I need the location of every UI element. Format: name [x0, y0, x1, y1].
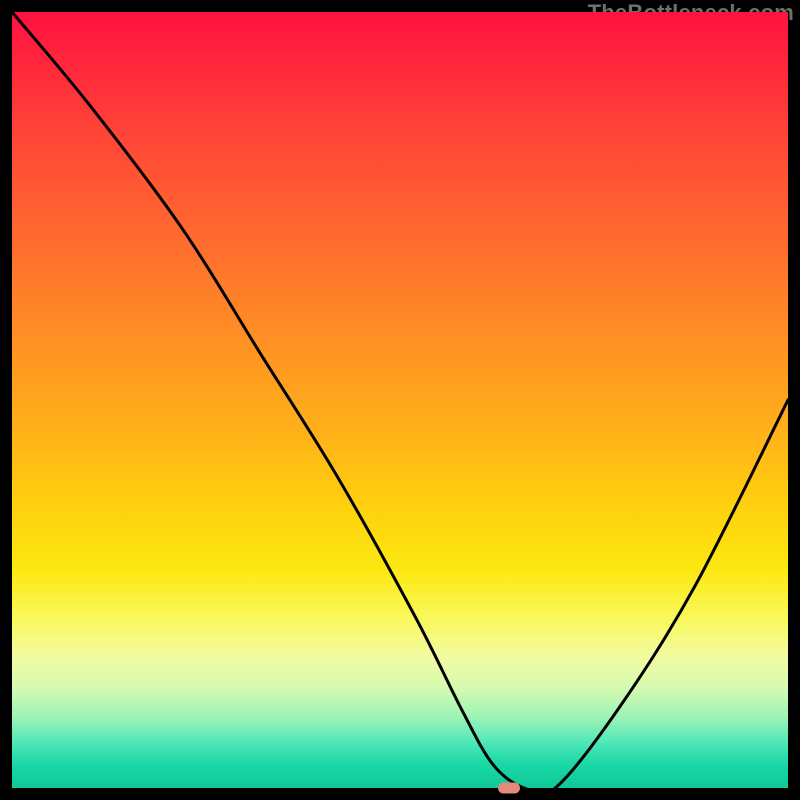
plot-area: [12, 12, 788, 788]
optimum-marker: [498, 783, 520, 794]
curve-path: [12, 12, 788, 788]
chart-stage: TheBottleneck.com: [0, 0, 800, 800]
bottleneck-curve: [12, 12, 788, 788]
